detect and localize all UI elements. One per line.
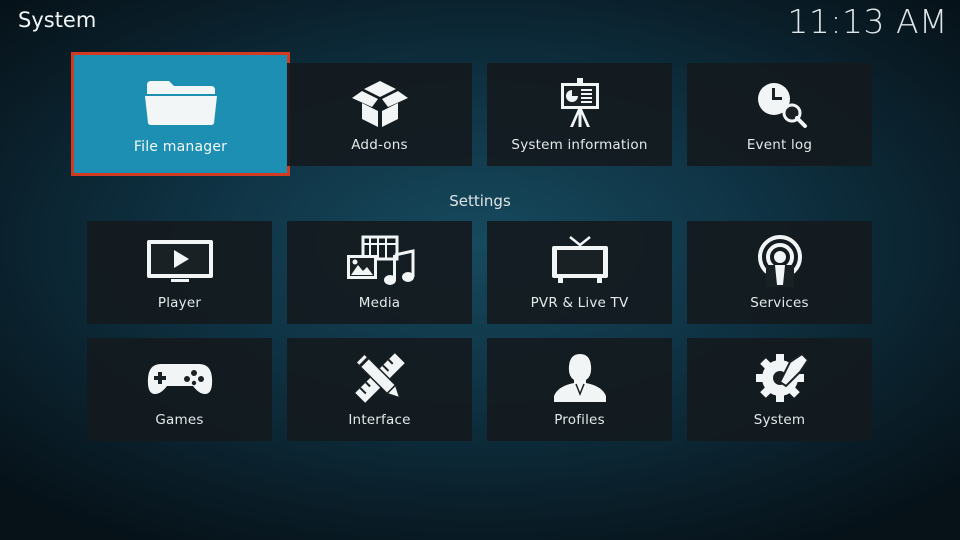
clock: 11:13 AM (787, 2, 948, 41)
tile-label: System information (511, 137, 648, 153)
tile-system-information[interactable]: System information (487, 63, 672, 166)
tile-label: Media (358, 295, 401, 311)
tile-media[interactable]: Media (287, 221, 472, 324)
tile-interface[interactable]: Interface (287, 338, 472, 441)
page-title: System (18, 8, 97, 32)
tile-label: Services (750, 295, 809, 311)
gear-wrench-icon (750, 352, 810, 404)
tv-antenna-icon (548, 235, 612, 287)
media-film-music-icon (345, 235, 415, 287)
tile-event-log[interactable]: Event log (687, 63, 872, 166)
tile-add-ons[interactable]: Add-ons (287, 63, 472, 166)
tile-label: Event log (746, 137, 813, 153)
tile-services[interactable]: Services (687, 221, 872, 324)
tile-games[interactable]: Games (87, 338, 272, 441)
podcast-broadcast-icon (752, 235, 808, 287)
tile-system[interactable]: System (687, 338, 872, 441)
tile-label: Interface (348, 412, 411, 428)
folder-icon (143, 75, 219, 127)
tile-file-manager[interactable]: File manager (71, 52, 290, 176)
gamepad-icon (145, 352, 215, 404)
tile-player[interactable]: Player (87, 221, 272, 324)
tile-label: Profiles (554, 412, 605, 428)
tile-pvr-live-tv[interactable]: PVR & Live TV (487, 221, 672, 324)
pencil-ruler-icon (350, 352, 410, 404)
tile-label: PVR & Live TV (530, 295, 629, 311)
settings-heading: Settings (449, 192, 511, 210)
open-box-icon (348, 77, 412, 129)
tile-label: System (753, 412, 806, 428)
clock-search-icon (750, 77, 810, 129)
tile-label: Games (155, 412, 204, 428)
person-silhouette-icon (552, 352, 608, 404)
tile-profiles[interactable]: Profiles (487, 338, 672, 441)
play-screen-icon (145, 235, 215, 287)
tile-label: Add-ons (351, 137, 408, 153)
tile-label: File manager (133, 139, 228, 155)
presentation-board-icon (555, 77, 605, 129)
tile-label: Player (157, 295, 202, 311)
